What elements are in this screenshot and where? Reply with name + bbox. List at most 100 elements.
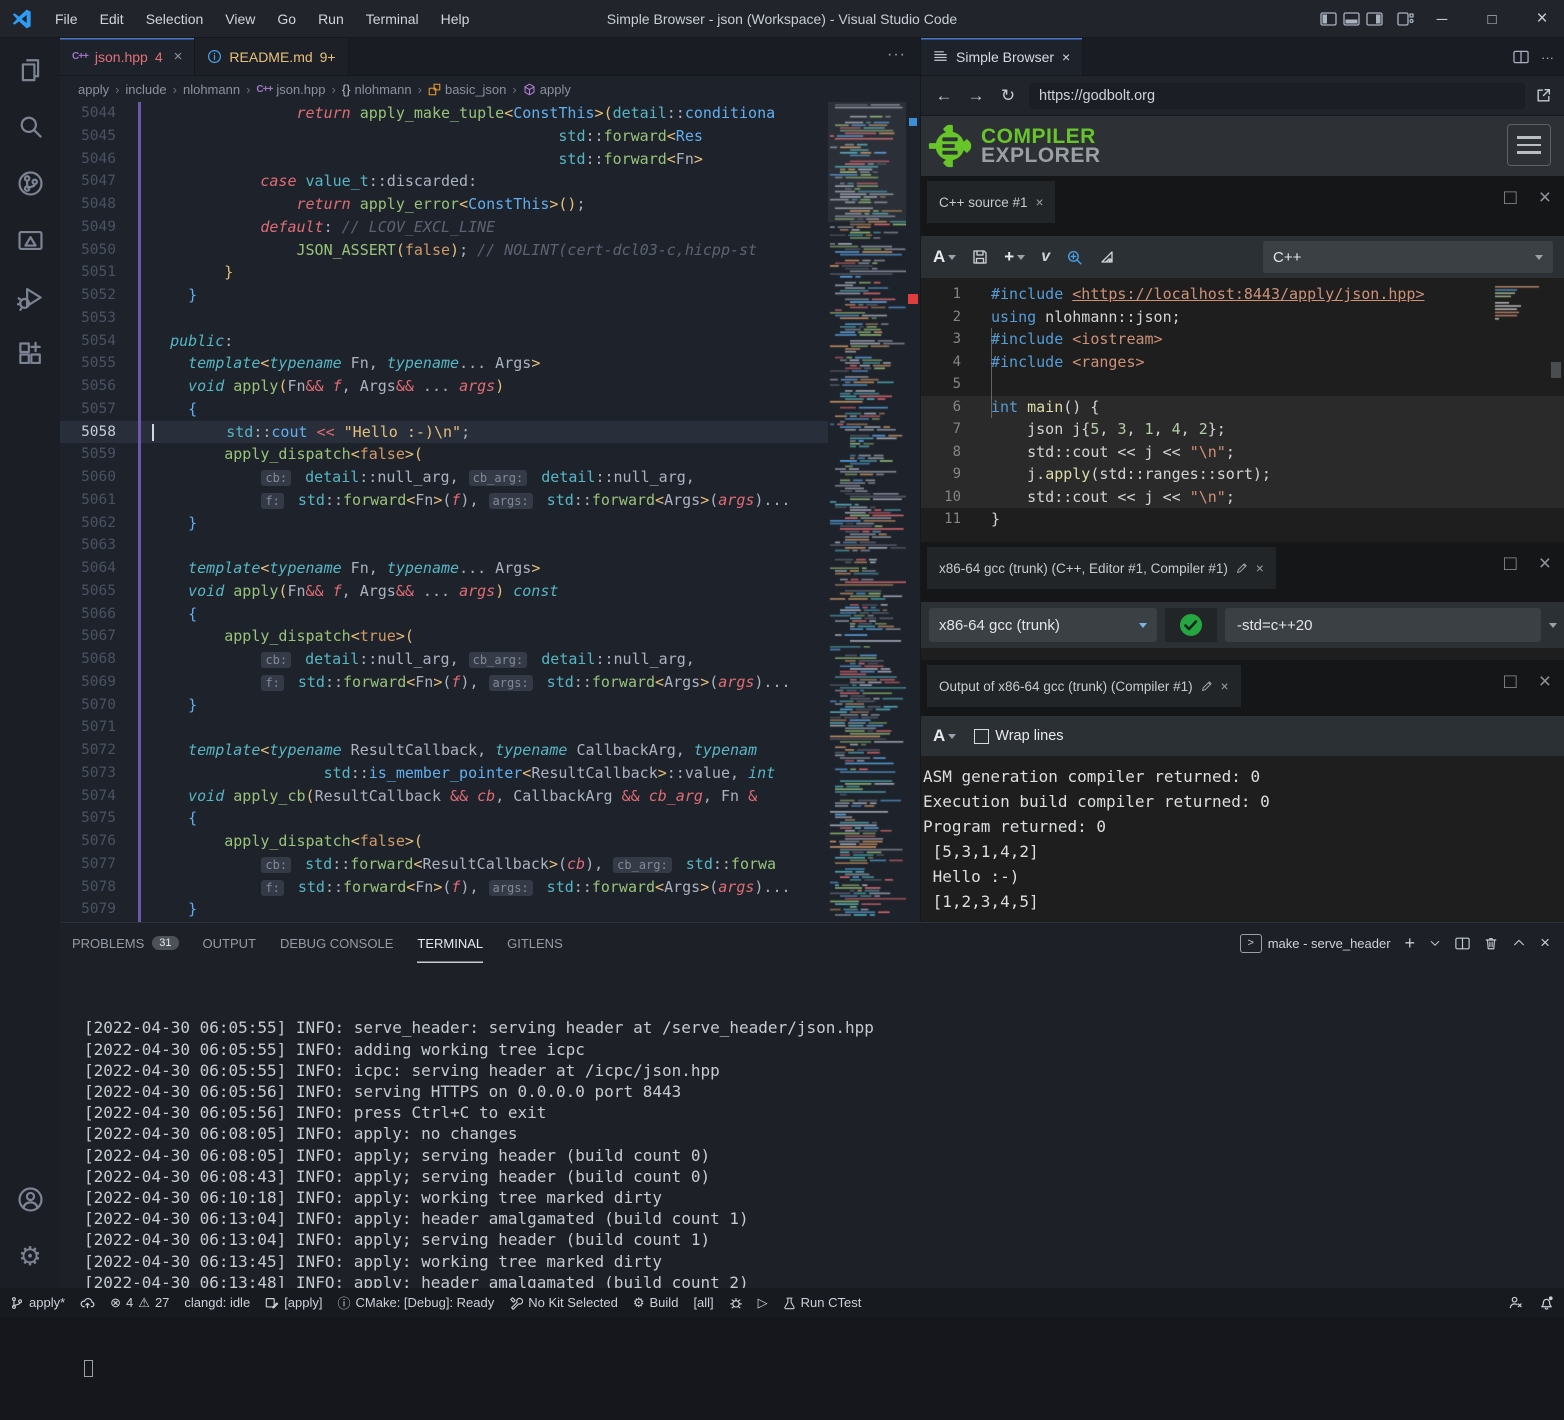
menu-go[interactable]: Go: [268, 7, 305, 31]
code-editor[interactable]: 5044 return apply_make_tuple<ConstThis>(…: [60, 102, 920, 922]
ce-code-line[interactable]: 11}: [921, 508, 1564, 531]
code-line[interactable]: 5044 return apply_make_tuple<ConstThis>(…: [60, 102, 828, 125]
code-line[interactable]: 5061 f: std::forward<Fn>(f), args: std::…: [60, 489, 828, 512]
extensions-icon[interactable]: [6, 328, 54, 380]
code-line[interactable]: 5069 f: std::forward<Fn>(f), args: std::…: [60, 671, 828, 694]
ctest-button[interactable]: Run CTest: [783, 1295, 862, 1310]
close-tab-icon[interactable]: ×: [174, 48, 183, 65]
code-line[interactable]: 5053: [60, 307, 828, 330]
split-terminal-icon[interactable]: [1455, 936, 1470, 951]
ce-code-line[interactable]: 7 json j{5, 3, 1, 4, 2};: [921, 418, 1564, 441]
hamburger-menu-icon[interactable]: [1507, 124, 1551, 166]
open-external-icon[interactable]: [1535, 87, 1552, 104]
ce-code-line[interactable]: 10 std::cout << j << "\n";: [921, 486, 1564, 509]
menu-edit[interactable]: Edit: [91, 7, 133, 31]
code-line[interactable]: 5045 std::forward<Res: [60, 125, 828, 148]
toggle-panel-icon[interactable]: [1343, 12, 1360, 26]
code-line[interactable]: 5076 apply_dispatch<false>(: [60, 830, 828, 853]
terminal-process-label[interactable]: make - serve_header: [1268, 936, 1391, 951]
breadcrumb-item-namespace[interactable]: {}nlohmann: [342, 82, 412, 97]
code-line[interactable]: 5047 case value_t::discarded:: [60, 170, 828, 193]
maximize-button[interactable]: □: [1470, 0, 1514, 38]
code-line[interactable]: 5075 {: [60, 807, 828, 830]
notifications-bell-icon[interactable]: [1539, 1295, 1554, 1310]
source-control-icon[interactable]: [6, 157, 54, 209]
rename-pencil-icon[interactable]: [1201, 680, 1213, 692]
build-button[interactable]: ⚙ Build: [633, 1295, 679, 1311]
new-terminal-icon[interactable]: +: [1405, 933, 1416, 954]
branch-status[interactable]: apply*: [10, 1295, 65, 1310]
build-target[interactable]: [all]: [693, 1295, 713, 1310]
ce-code-line[interactable]: 1#include <https://localhost:8443/apply/…: [921, 283, 1564, 306]
zoom-search-icon[interactable]: [1066, 249, 1083, 266]
cmake-status[interactable]: ⓘ CMake: [Debug]: Ready: [338, 1293, 495, 1312]
maximize-panel-icon[interactable]: [1512, 936, 1526, 950]
forward-icon[interactable]: →: [965, 86, 987, 106]
reload-icon[interactable]: ↻: [997, 86, 1019, 106]
run-debug-icon[interactable]: [6, 271, 54, 323]
close-panel-icon[interactable]: ×: [1540, 933, 1550, 953]
code-line[interactable]: 5055 template<typename Fn, typename... A…: [60, 352, 828, 375]
code-line[interactable]: 5058 std::cout << "Hello :-)\n";: [60, 421, 828, 444]
breadcrumb-item-class[interactable]: basic_json: [428, 82, 506, 97]
wrap-lines-checkbox[interactable]: [974, 729, 989, 744]
compiler-select[interactable]: x86-64 gcc (trunk): [929, 608, 1157, 642]
terminal-dropdown-icon[interactable]: [1429, 937, 1441, 949]
account-icon[interactable]: [6, 1173, 54, 1225]
menu-view[interactable]: View: [216, 7, 264, 31]
cmake-project-status[interactable]: [apply]: [265, 1295, 322, 1310]
url-input[interactable]: https://godbolt.org: [1029, 83, 1525, 109]
compiler-options-input[interactable]: -std=c++20: [1225, 608, 1541, 642]
code-line[interactable]: 5049 default: // LCOV_EXCL_LINE: [60, 216, 828, 239]
split-editor-icon[interactable]: [1513, 50, 1529, 64]
ce-source-editor[interactable]: 1#include <https://localhost:8443/apply/…: [921, 278, 1564, 542]
problems-status[interactable]: ⊗4 ⚠27: [110, 1295, 169, 1311]
tab-simple-browser[interactable]: Simple Browser ×: [921, 38, 1083, 75]
minimap[interactable]: [828, 102, 906, 922]
code-line[interactable]: 5064 template<typename Fn, typename... A…: [60, 557, 828, 580]
ce-code-line[interactable]: 8 std::cout << j << "\n";: [921, 441, 1564, 464]
menu-terminal[interactable]: Terminal: [357, 7, 428, 31]
code-line[interactable]: 5059 apply_dispatch<false>(: [60, 443, 828, 466]
ce-code-line[interactable]: 4#include <ranges>: [921, 351, 1564, 374]
close-window-button[interactable]: ×: [1520, 0, 1564, 38]
minimize-button[interactable]: ─: [1420, 0, 1464, 38]
toggle-sidebar-icon[interactable]: [1320, 12, 1337, 26]
code-line[interactable]: 5072 template<typename ResultCallback, t…: [60, 739, 828, 762]
code-line[interactable]: 5065 void apply(Fn&& f, Args&& ... args)…: [60, 580, 828, 603]
font-size-button[interactable]: A: [933, 247, 956, 267]
breadcrumb-item[interactable]: apply: [78, 82, 109, 97]
overview-ruler[interactable]: [906, 102, 920, 922]
breadcrumb-item-method[interactable]: apply: [523, 82, 571, 97]
close-pane-icon[interactable]: ×: [1539, 552, 1551, 576]
options-dropdown-icon[interactable]: [1549, 623, 1557, 628]
code-line[interactable]: 5062 }: [60, 512, 828, 535]
clangd-status[interactable]: clangd: idle: [184, 1295, 250, 1310]
feedback-person-icon[interactable]: [1508, 1295, 1523, 1310]
save-icon[interactable]: [972, 249, 988, 265]
code-line[interactable]: 5079 }: [60, 898, 828, 921]
tab-json-hpp[interactable]: C++ json.hpp 4 ×: [60, 38, 195, 75]
ce-code-line[interactable]: 3#include <iostream>: [921, 328, 1564, 351]
close-pane-icon[interactable]: ×: [1539, 186, 1551, 210]
toggle-secondary-sidebar-icon[interactable]: [1366, 12, 1383, 26]
code-line[interactable]: 5060 cb: detail::null_arg, cb_arg: detai…: [60, 466, 828, 489]
back-icon[interactable]: ←: [933, 86, 955, 106]
tab-readme-md[interactable]: README.md 9+: [195, 38, 348, 75]
maximize-pane-icon[interactable]: □: [1504, 186, 1517, 210]
code-line[interactable]: 5051 }: [60, 261, 828, 284]
tab-gitlens[interactable]: GITLENS: [507, 923, 563, 963]
code-line[interactable]: 5057 {: [60, 398, 828, 421]
vim-toggle-icon[interactable]: v: [1041, 248, 1050, 266]
add-pane-button[interactable]: +: [1004, 247, 1025, 267]
code-line[interactable]: 5066 {: [60, 603, 828, 626]
code-line[interactable]: 5071: [60, 716, 828, 739]
sync-changes-button[interactable]: [80, 1295, 95, 1310]
ce-code-line[interactable]: 5: [921, 373, 1564, 396]
browser-more-actions[interactable]: ···: [1541, 50, 1554, 65]
menu-run[interactable]: Run: [309, 7, 353, 31]
menu-selection[interactable]: Selection: [137, 7, 213, 31]
breadcrumb-item-file[interactable]: C++json.hpp: [256, 82, 325, 97]
code-line[interactable]: 5052 }: [60, 284, 828, 307]
close-pane-icon[interactable]: ×: [1256, 561, 1264, 576]
